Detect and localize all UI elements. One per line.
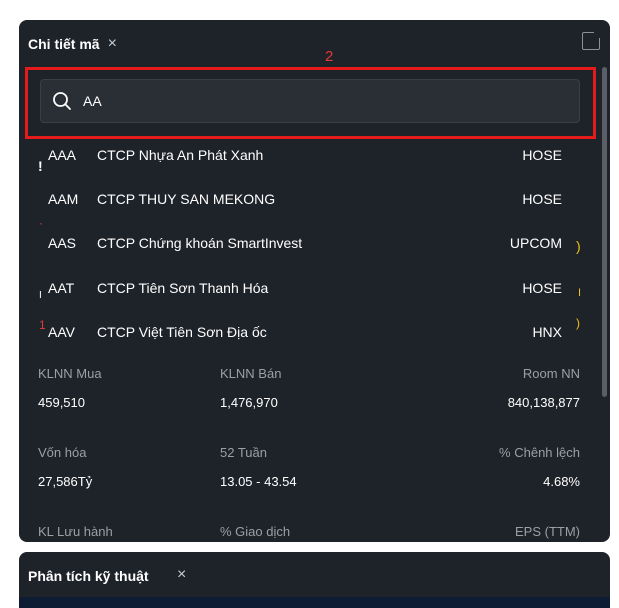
search-box[interactable]: [40, 79, 580, 123]
result-code: AAA: [48, 147, 77, 163]
stat-value-von-hoa: 27,586Tỷ: [38, 474, 93, 489]
search-result-item[interactable]: AAT CTCP Tiên Sơn Thanh Hóa HOSE: [40, 265, 580, 311]
stat-label-52-tuan: 52 Tuần: [220, 445, 267, 460]
search-result-item[interactable]: AAS CTCP Chứng khoán SmartInvest UPCOM: [40, 220, 580, 266]
popout-icon[interactable]: [582, 29, 603, 50]
result-exchange: HOSE: [522, 191, 562, 207]
result-code: AAS: [48, 235, 77, 251]
stat-label-eps: EPS (TTM): [515, 524, 580, 539]
result-name: CTCP Nhựa An Phát Xanh: [97, 147, 264, 163]
stat-value-room-nn: 840,138,877: [507, 395, 580, 410]
panel-header: Chi tiết mã ×: [19, 20, 610, 68]
result-name: CTCP THUY SAN MEKONG: [97, 191, 276, 207]
search-input[interactable]: [81, 92, 545, 110]
result-code: AAV: [48, 324, 75, 340]
result-code: AAT: [48, 280, 75, 296]
search-result-item[interactable]: AAA CTCP Nhựa An Phát Xanh HOSE: [40, 132, 580, 178]
stat-label-giao-dich: % Giao dịch: [220, 524, 291, 539]
stat-label-chenh-lech: % Chênh lệch: [499, 445, 580, 460]
result-name: CTCP Chứng khoán SmartInvest: [97, 235, 303, 251]
stat-value-klnn-mua: 459,510: [38, 395, 85, 410]
stat-value-klnn-ban: 1,476,970: [220, 395, 278, 410]
stat-label-von-hoa: Vốn hóa: [38, 445, 87, 460]
search-result-item[interactable]: AAV CTCP Việt Tiên Sơn Địa ốc HNX: [40, 309, 580, 355]
panel-scrollbar[interactable]: [602, 67, 607, 397]
stat-label-klnn-ban: KLNN Bán: [220, 366, 282, 381]
result-exchange: HOSE: [522, 280, 562, 296]
panel-title: Chi tiết mã: [28, 36, 100, 52]
stat-label-klnn-mua: KLNN Mua: [38, 366, 102, 381]
panel2-title: Phân tích kỹ thuật: [28, 568, 149, 584]
result-exchange: HNX: [532, 324, 562, 340]
result-name: CTCP Tiên Sơn Thanh Hóa: [97, 280, 269, 296]
close-icon[interactable]: ×: [108, 35, 117, 53]
result-exchange: HOSE: [522, 147, 562, 163]
panel2-content-area: [19, 597, 610, 608]
result-name: CTCP Việt Tiên Sơn Địa ốc: [97, 324, 267, 340]
stat-label-room-nn: Room NN: [522, 366, 580, 381]
search-icon: [53, 92, 71, 110]
close-icon[interactable]: ×: [177, 566, 186, 584]
result-exchange: UPCOM: [509, 235, 562, 251]
stat-value-52-tuan: 13.05 - 43.54: [220, 474, 297, 489]
stat-value-chenh-lech: 4.68%: [543, 474, 580, 489]
search-result-item[interactable]: AAM CTCP THUY SAN MEKONG HOSE: [40, 176, 580, 222]
result-code: AAM: [48, 191, 79, 207]
annotation-number: 2: [325, 48, 334, 65]
technical-analysis-panel: Phân tích kỹ thuật ×: [19, 552, 610, 608]
stat-label-kl-luu-hanh: KL Lưu hành: [38, 524, 113, 539]
